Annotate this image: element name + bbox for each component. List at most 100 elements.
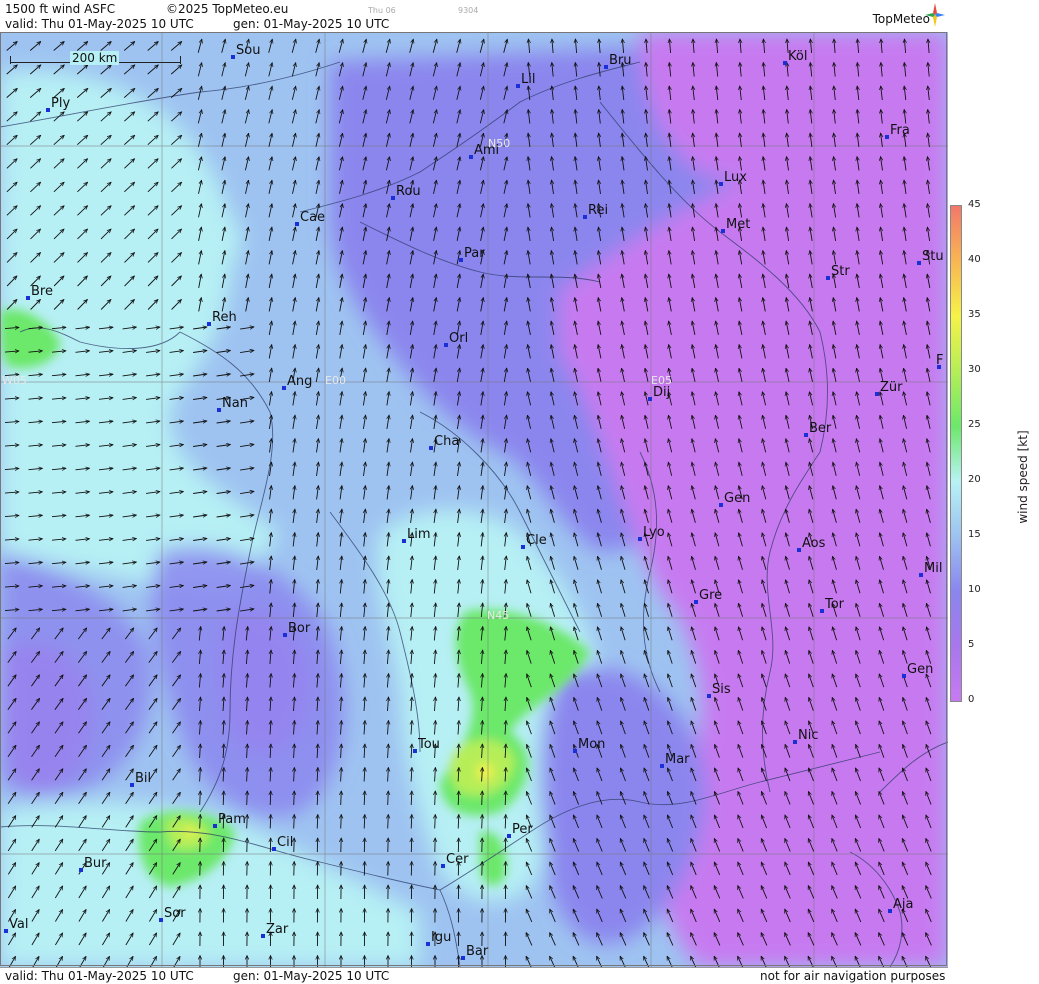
city-zar: Zar bbox=[261, 922, 289, 938]
run-code: 9304 bbox=[458, 4, 478, 18]
day-code: Thu 06 bbox=[368, 4, 396, 18]
city-label: Mil bbox=[924, 561, 942, 576]
city-label: Zar bbox=[266, 922, 289, 937]
scale-bar: 200 km bbox=[10, 54, 180, 68]
city-bar: Bar bbox=[461, 944, 489, 960]
city-label: Ami bbox=[474, 143, 499, 158]
city-label: Lyo bbox=[643, 525, 665, 540]
city-gre: Gre bbox=[694, 588, 722, 604]
city-lim: Lim bbox=[402, 527, 431, 543]
city-cha: Cha bbox=[429, 434, 459, 450]
valid-time: valid: Thu 01-May-2025 10 UTC bbox=[5, 17, 194, 31]
city-label: Gen bbox=[724, 491, 750, 506]
city-label: Igu bbox=[431, 930, 451, 945]
city-label: Reh bbox=[212, 310, 237, 325]
city-pam: Pam bbox=[213, 812, 246, 828]
city-bru: Bru bbox=[604, 53, 632, 69]
footer-generation-time: gen: 01-May-2025 10 UTC bbox=[233, 969, 389, 983]
colorbar-tick: 35 bbox=[968, 310, 981, 320]
city-label: Lil bbox=[521, 72, 535, 87]
city-label: Pam bbox=[218, 812, 246, 827]
city-label: Ang bbox=[287, 374, 312, 389]
city-gen: Gen bbox=[719, 491, 750, 507]
city-sou: Sou bbox=[231, 43, 260, 59]
city-label: Zür bbox=[880, 380, 903, 395]
city-label: Bil bbox=[135, 771, 151, 786]
city-reh: Reh bbox=[207, 310, 237, 326]
city-label: Sis bbox=[712, 682, 731, 697]
city-label: Lux bbox=[724, 170, 747, 185]
city-label: Gen bbox=[907, 662, 933, 677]
city-label: Nic bbox=[798, 728, 818, 743]
city-label: Bar bbox=[466, 944, 489, 959]
city-aos: Aos bbox=[797, 536, 826, 552]
city-cer: Cer bbox=[441, 852, 469, 868]
generation-time: gen: 01-May-2025 10 UTC bbox=[233, 17, 389, 31]
city-label: Nan bbox=[222, 396, 248, 411]
city-met: Met bbox=[721, 217, 750, 233]
city-mon: Mon bbox=[573, 737, 605, 753]
city-label: Ber bbox=[809, 421, 832, 436]
copyright-text: ©2025 TopMeteo.eu bbox=[166, 2, 288, 16]
city-tou: Tou bbox=[413, 737, 440, 753]
city-label: Bre bbox=[31, 284, 53, 299]
grid-label: N45 bbox=[487, 609, 509, 622]
grid-label: W05 bbox=[2, 374, 27, 387]
city-lux: Lux bbox=[719, 170, 747, 186]
city-ang: Ang bbox=[282, 374, 312, 390]
city-label: Tou bbox=[417, 737, 440, 752]
grid-label: E00 bbox=[325, 374, 346, 387]
colorbar-tick: 15 bbox=[968, 530, 981, 540]
city-cae: Cae bbox=[295, 210, 325, 226]
city-label: Fra bbox=[890, 123, 910, 138]
city-label: Aja bbox=[893, 897, 913, 912]
colorbar-tick: 20 bbox=[968, 475, 981, 485]
city-label: Val bbox=[9, 917, 28, 932]
city-label: Rou bbox=[396, 184, 421, 199]
city-label: Per bbox=[512, 822, 533, 837]
city-label: Bru bbox=[609, 53, 632, 68]
city-mar: Mar bbox=[660, 752, 690, 768]
city-label: Cha bbox=[434, 434, 459, 449]
city-zür: Zür bbox=[875, 380, 903, 396]
city-label: Tor bbox=[824, 597, 845, 612]
footer-disclaimer: not for air navigation purposes bbox=[760, 969, 945, 983]
city-label: Cil bbox=[277, 835, 293, 850]
city-nan: Nan bbox=[217, 396, 248, 412]
city-label: Stu bbox=[922, 249, 944, 264]
colorbar-tick: 25 bbox=[968, 420, 981, 430]
city-ber: Ber bbox=[804, 421, 832, 437]
map-footer: valid: Thu 01-May-2025 10 UTC gen: 01-Ma… bbox=[0, 967, 948, 984]
colorbar-tick: 30 bbox=[968, 365, 981, 375]
city-label: Sou bbox=[236, 43, 260, 58]
city-label: Köl bbox=[788, 49, 807, 64]
colorbar-tick: 10 bbox=[968, 585, 981, 595]
city-f: F bbox=[936, 353, 943, 369]
city-label: Lim bbox=[407, 527, 431, 542]
city-label: Par bbox=[464, 246, 485, 261]
city-label: Cae bbox=[300, 210, 325, 225]
colorbar-tick: 45 bbox=[968, 200, 981, 210]
city-sor: Sor bbox=[159, 906, 186, 922]
city-rou: Rou bbox=[391, 184, 421, 200]
colorbar-tick: 5 bbox=[968, 640, 974, 650]
city-gen: Gen bbox=[902, 662, 933, 678]
wind-map-canvas: N50N45E00E05W05 SouBruKölPlyLilFraAmiLux… bbox=[0, 32, 948, 967]
wind-map[interactable]: N50N45E00E05W05 SouBruKölPlyLilFraAmiLux… bbox=[0, 32, 948, 967]
scale-bar-label: 200 km bbox=[70, 51, 119, 65]
map-header: 1500 ft wind ASFC ©2025 TopMeteo.eu Thu … bbox=[0, 0, 948, 32]
city-label: Bur bbox=[84, 856, 107, 871]
city-label: Str bbox=[831, 264, 850, 279]
city-label: Aos bbox=[802, 536, 826, 551]
city-label: Met bbox=[726, 217, 750, 232]
product-title: 1500 ft wind ASFC bbox=[5, 2, 115, 16]
city-label: F bbox=[936, 353, 943, 368]
colorbar-tick: 40 bbox=[968, 255, 981, 265]
city-bre: Bre bbox=[26, 284, 53, 300]
city-label: Cle bbox=[526, 533, 547, 548]
city-label: Ply bbox=[51, 96, 70, 111]
city-label: Rei bbox=[588, 203, 608, 218]
city-label: Bor bbox=[288, 621, 311, 636]
colorbar-tick: 0 bbox=[968, 695, 974, 705]
wind-speed-colorbar bbox=[950, 205, 962, 702]
